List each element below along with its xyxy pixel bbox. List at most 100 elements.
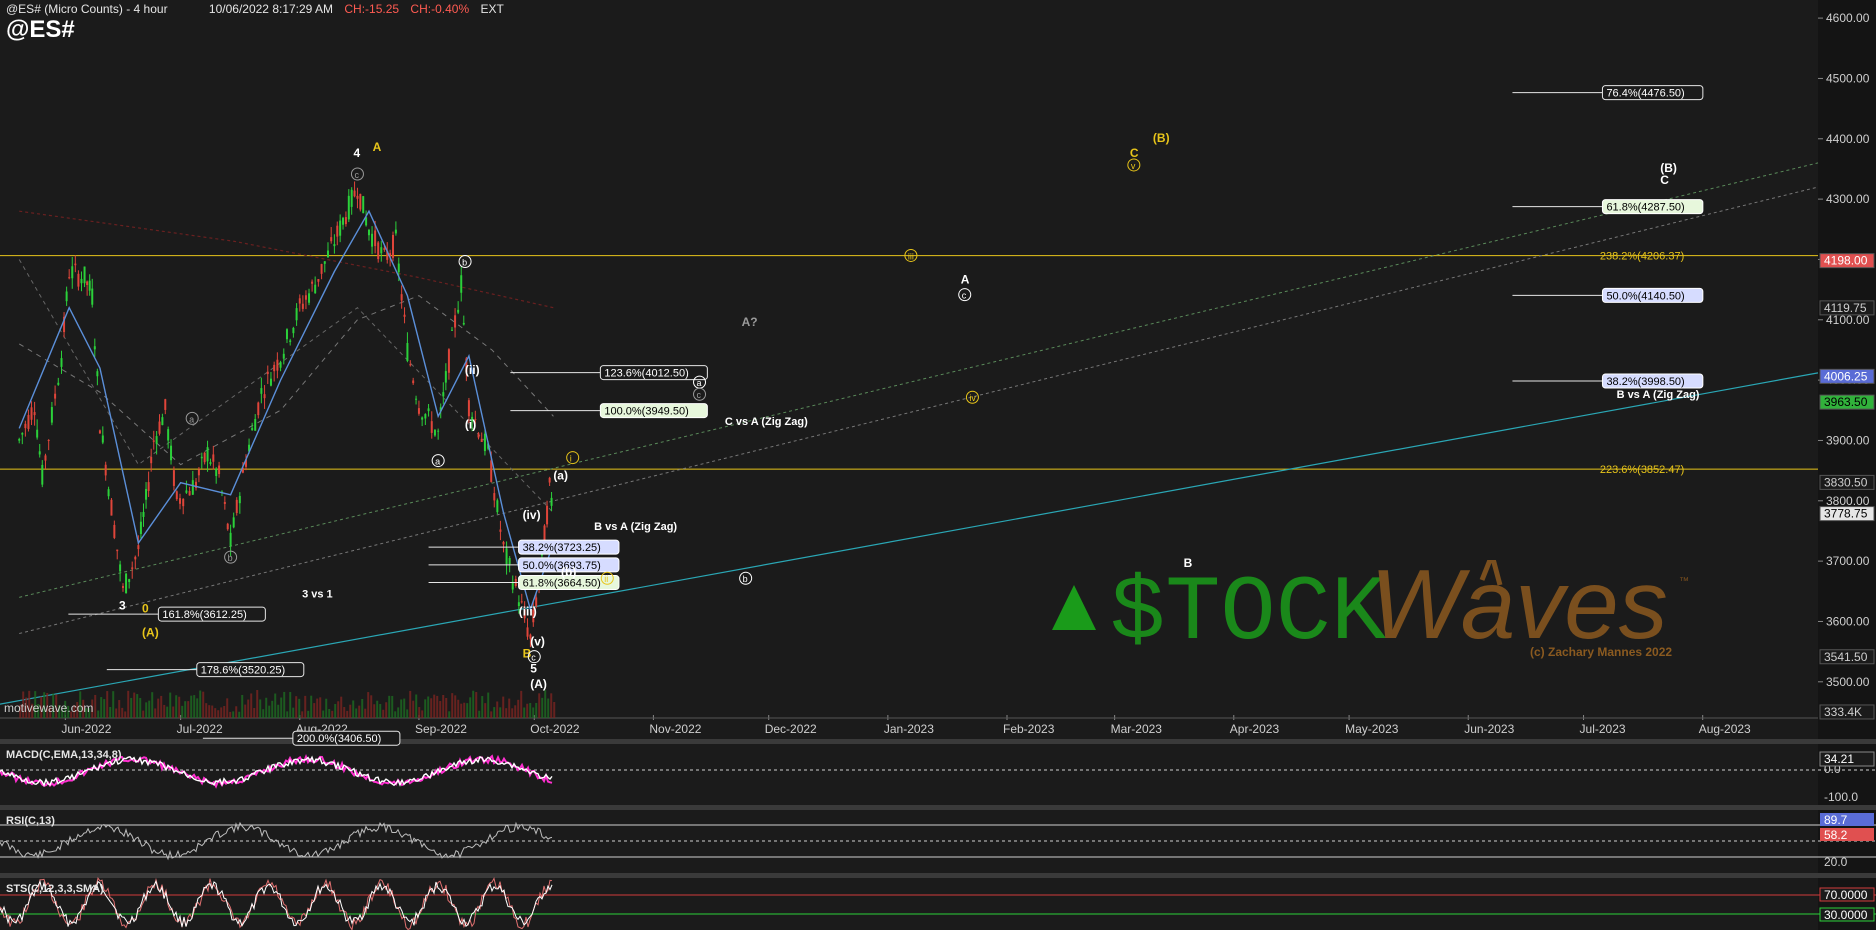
candle-body (57, 382, 60, 385)
volume-bar (190, 695, 193, 718)
volume-bar (157, 698, 160, 718)
wave-label-24: A? (742, 315, 758, 329)
volume-bar (484, 703, 487, 718)
candle-body (304, 295, 307, 300)
volume-bar (460, 703, 463, 718)
candle-body (415, 398, 418, 400)
candle-body (167, 429, 170, 441)
volume-bar (160, 695, 163, 718)
volume-bar (328, 708, 331, 718)
wave-label-11: (i) (465, 417, 476, 431)
candle-body (83, 266, 86, 284)
candle-body (499, 529, 502, 532)
candle-body (191, 480, 194, 495)
candle-body (266, 371, 269, 375)
candle-body (36, 429, 39, 438)
chart-stage: 4600.004500.004400.004300.004200.004100.… (0, 0, 1876, 930)
header-datetime: 10/06/2022 8:17:29 AM (208, 2, 334, 16)
volume-bar (538, 693, 541, 718)
candle-body (526, 627, 529, 637)
candle-body (442, 392, 445, 397)
candle-body (353, 190, 356, 197)
candle-body (342, 217, 345, 225)
candle-body (50, 407, 53, 423)
source-label: motivewave.com (4, 701, 94, 715)
candle-body (107, 489, 110, 497)
y-tick-label-11: 3500.00 (1826, 675, 1870, 689)
candle-body (254, 419, 257, 431)
volume-bar (271, 700, 274, 718)
volume-bar (541, 697, 544, 718)
candle-body (232, 517, 235, 528)
volume-bar (388, 695, 391, 718)
volume-bar (214, 708, 217, 718)
candle-body (433, 429, 436, 436)
wave-label-18: (A) (530, 677, 547, 691)
y-tick-label-0: 4600.00 (1826, 11, 1870, 25)
x-tick-label-1: Jul-2022 (177, 722, 223, 736)
candle-body (121, 586, 124, 588)
wave-label-9: a (435, 457, 440, 467)
zigzag-label-1: B vs A (Zig Zag) (594, 521, 677, 533)
rsi-pane-separator (0, 805, 1876, 810)
volume-bar (205, 703, 208, 718)
candle-body (282, 353, 285, 359)
sts-badge-0-text: 70.0000 (1824, 888, 1868, 902)
candle-body (380, 247, 383, 254)
candle-body (226, 523, 229, 530)
candle-body (91, 288, 94, 305)
volume-bar (403, 698, 406, 718)
volume-bar (346, 710, 349, 718)
candle-body (223, 501, 226, 504)
volume-bar (298, 698, 301, 718)
candle-body (41, 464, 44, 485)
volume-bar (217, 710, 220, 718)
wave-label-23: b (743, 574, 748, 584)
volume-bar (250, 693, 253, 718)
fib-label-text-6: 123.6%(4012.50) (604, 368, 688, 380)
watermark-copyright: (c) Zachary Mannes 2022 (1530, 645, 1673, 659)
fib-label-text-5: 61.8%(3664.50) (523, 578, 601, 590)
volume-bar (94, 694, 97, 718)
candle-body (125, 573, 128, 594)
volume-bar (376, 700, 379, 718)
volume-bar (259, 699, 262, 718)
y-tick-label-10: 3600.00 (1826, 614, 1870, 628)
candle-body (317, 279, 320, 282)
candle-body (182, 498, 185, 507)
candle-body (128, 579, 131, 582)
candle-body (383, 248, 386, 250)
candle-body (397, 263, 400, 273)
candle-body (285, 329, 288, 340)
volume-bar (469, 697, 472, 718)
volume-bar (130, 697, 133, 718)
volume-bar (199, 690, 202, 718)
candle-body (161, 417, 164, 426)
candle-body (480, 438, 483, 442)
volume-bar (370, 695, 373, 718)
volume-bar (178, 696, 181, 718)
chart-title: @ES# (Micro Counts) - 4 hour (6, 2, 168, 16)
volume-bar (247, 699, 250, 718)
candle-body (457, 309, 460, 313)
candle-body (44, 455, 47, 461)
candle-body (359, 193, 362, 210)
volume-bar (361, 699, 364, 718)
wave-label-28: A (961, 273, 970, 287)
volume-bar (121, 707, 124, 718)
volume-bar (244, 704, 247, 718)
header-session: EXT (480, 2, 504, 16)
candle-body (71, 266, 74, 279)
candle-body (98, 430, 101, 434)
volume-bar (301, 711, 304, 718)
candle-body (197, 469, 200, 476)
volume-bar (532, 707, 535, 718)
candle-body (150, 456, 153, 464)
candle-body (238, 495, 241, 504)
chart-canvas[interactable]: 4600.004500.004400.004300.004200.004100.… (0, 0, 1876, 930)
volume-bar (517, 699, 520, 718)
volume-bar (493, 707, 496, 718)
candle-body (251, 428, 254, 430)
wave-label-29: c (962, 291, 967, 301)
x-tick-label-8: Feb-2023 (1003, 722, 1055, 736)
